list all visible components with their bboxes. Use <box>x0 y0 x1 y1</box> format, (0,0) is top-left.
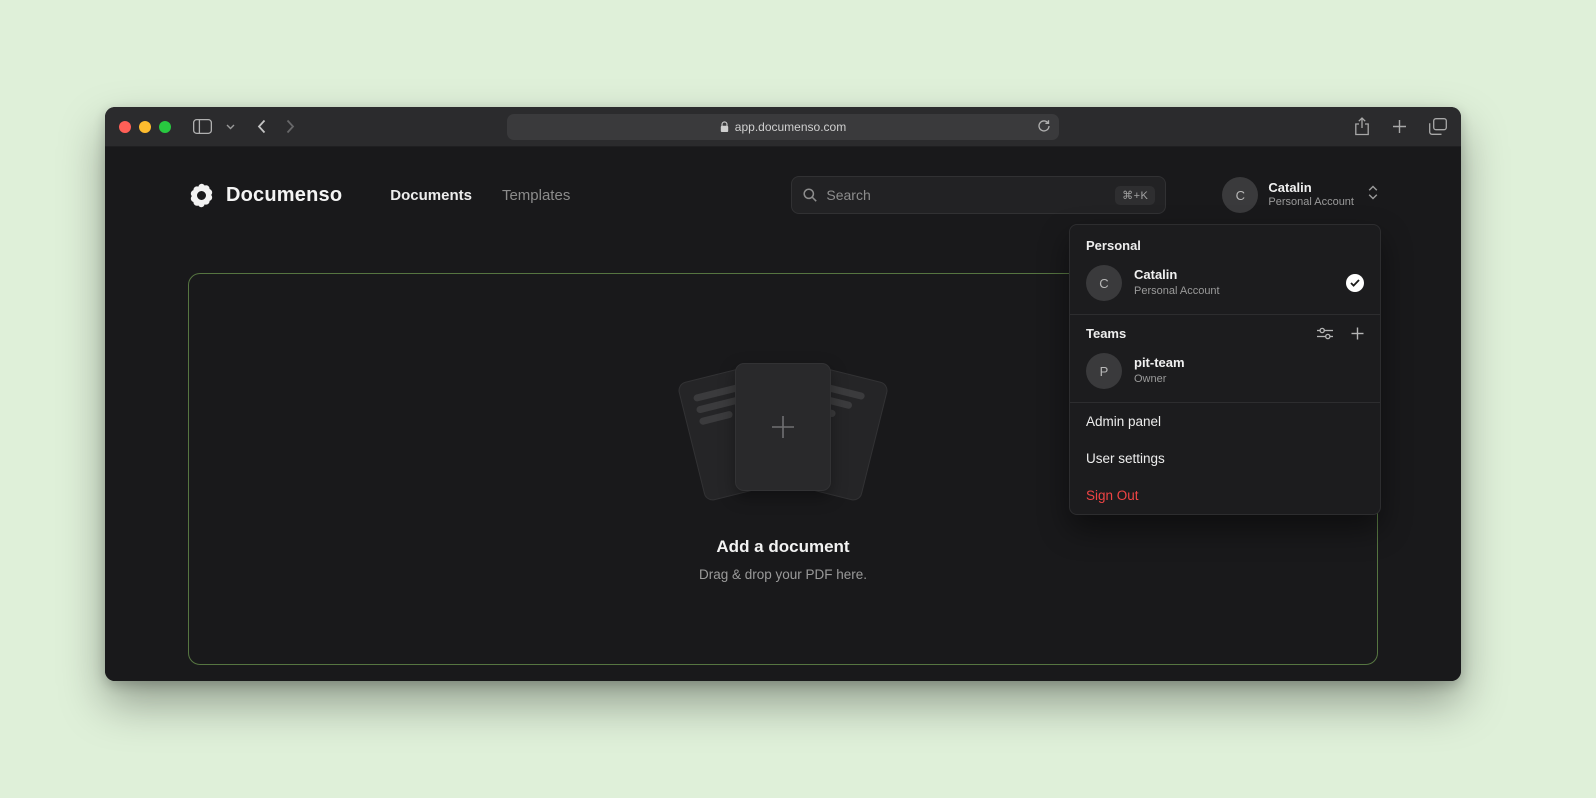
nav-documents[interactable]: Documents <box>390 187 472 204</box>
reload-icon[interactable] <box>1037 119 1051 136</box>
minimize-button[interactable] <box>139 121 151 133</box>
menu-personal-name: Catalin <box>1134 267 1220 284</box>
menu-teams-header: Teams <box>1070 315 1380 348</box>
manage-teams-icon[interactable] <box>1317 327 1333 340</box>
forward-button[interactable] <box>286 119 295 134</box>
address-bar[interactable]: app.documenso.com <box>507 114 1059 140</box>
account-type: Personal Account <box>1268 196 1354 210</box>
lock-icon <box>720 121 729 133</box>
menu-personal-account-item[interactable]: C Catalin Personal Account <box>1070 260 1380 314</box>
sidebar-chevron-down-icon[interactable] <box>226 124 235 130</box>
share-icon[interactable] <box>1354 117 1370 136</box>
menu-personal-label: Personal <box>1070 225 1380 260</box>
account-menu-trigger[interactable]: C Catalin Personal Account <box>1222 177 1378 213</box>
account-dropdown-menu: Personal C Catalin Personal Account Team… <box>1069 224 1381 515</box>
new-tab-icon[interactable] <box>1392 119 1407 134</box>
traffic-lights <box>119 121 171 133</box>
url-text: app.documenso.com <box>735 120 846 134</box>
dropzone-title: Add a document <box>716 537 849 557</box>
brand-name: Documenso <box>226 184 342 207</box>
dropzone-subtitle: Drag & drop your PDF here. <box>699 567 867 582</box>
account-name: Catalin <box>1268 180 1354 196</box>
documents-illustration <box>668 357 898 507</box>
brand[interactable]: Documenso <box>188 182 342 209</box>
menu-item-admin-panel[interactable]: Admin panel <box>1070 403 1380 440</box>
avatar: P <box>1086 353 1122 389</box>
zoom-button[interactable] <box>159 121 171 133</box>
menu-personal-type: Personal Account <box>1134 284 1220 298</box>
search-icon <box>802 187 818 203</box>
chevron-up-down-icon <box>1368 185 1378 205</box>
search-shortcut-badge: ⌘+K <box>1115 186 1155 205</box>
app-header: Documenso Documents Templates Search ⌘+K… <box>188 173 1378 217</box>
nav-templates[interactable]: Templates <box>502 187 570 204</box>
avatar: C <box>1086 265 1122 301</box>
sidebar-toggle-icon[interactable] <box>193 119 212 134</box>
menu-team-item[interactable]: P pit-team Owner <box>1070 348 1380 402</box>
browser-titlebar: app.documenso.com <box>105 107 1461 147</box>
app-content: Documenso Documents Templates Search ⌘+K… <box>105 147 1461 681</box>
avatar: C <box>1222 177 1258 213</box>
back-button[interactable] <box>257 119 266 134</box>
primary-nav: Documents Templates <box>390 187 570 204</box>
menu-teams-label: Teams <box>1086 326 1126 341</box>
menu-team-name: pit-team <box>1134 355 1185 372</box>
menu-team-role: Owner <box>1134 372 1185 386</box>
selected-check-icon <box>1346 274 1364 292</box>
plus-icon <box>768 412 798 442</box>
documenso-logo-icon <box>188 182 215 209</box>
search-placeholder: Search <box>826 187 870 203</box>
menu-item-user-settings[interactable]: User settings <box>1070 440 1380 477</box>
tab-overview-icon[interactable] <box>1429 118 1447 135</box>
browser-window: app.documenso.com <box>105 107 1461 681</box>
close-button[interactable] <box>119 121 131 133</box>
search-input[interactable]: Search ⌘+K <box>791 176 1166 214</box>
menu-item-sign-out[interactable]: Sign Out <box>1070 477 1380 514</box>
create-team-plus-icon[interactable] <box>1351 327 1364 340</box>
add-document-card <box>735 363 831 491</box>
